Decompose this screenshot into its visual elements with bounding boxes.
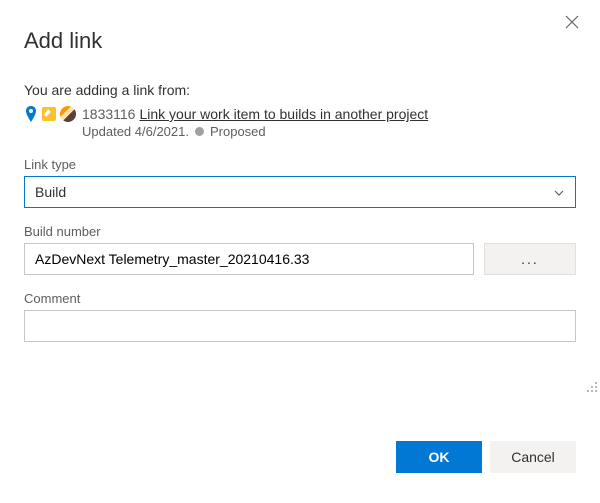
- close-icon[interactable]: [564, 14, 580, 30]
- updated-text: Updated 4/6/2021.: [82, 124, 189, 139]
- cancel-button[interactable]: Cancel: [490, 441, 576, 473]
- context-label: You are adding a link from:: [24, 82, 576, 98]
- workitem-title-link[interactable]: Link your work item to builds in another…: [139, 106, 428, 122]
- build-number-input[interactable]: [24, 243, 474, 275]
- link-type-value: Build: [35, 184, 66, 200]
- comment-input[interactable]: [24, 310, 576, 342]
- link-type-select[interactable]: Build: [24, 176, 576, 208]
- shield-icon: [42, 107, 56, 121]
- build-number-label: Build number: [24, 224, 576, 239]
- workitem-state: Proposed: [210, 124, 266, 139]
- browse-button[interactable]: ...: [484, 243, 576, 275]
- dialog-title: Add link: [24, 28, 576, 54]
- workitem-meta: Updated 4/6/2021. Proposed: [82, 124, 576, 139]
- ok-button[interactable]: OK: [396, 441, 482, 473]
- state-dot-icon: [195, 127, 204, 136]
- avatar: [60, 106, 76, 122]
- workitem-row: 1833116 Link your work item to builds in…: [24, 106, 576, 122]
- chevron-down-icon: [553, 186, 565, 198]
- dialog-footer: OK Cancel: [396, 441, 576, 473]
- comment-label: Comment: [24, 291, 576, 306]
- workitem-id: 1833116: [82, 106, 135, 122]
- resize-grip-icon[interactable]: [584, 379, 598, 393]
- link-type-label: Link type: [24, 157, 576, 172]
- pin-icon: [24, 106, 38, 122]
